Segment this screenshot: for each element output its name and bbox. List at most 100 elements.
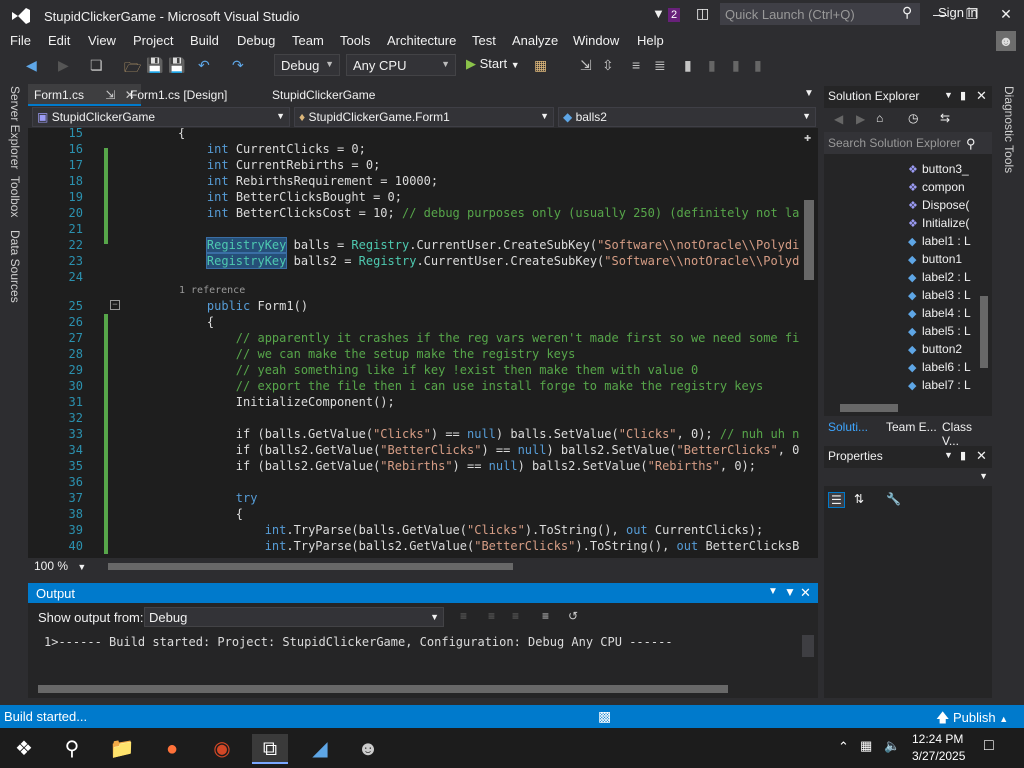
step-into-icon[interactable]: ⇲ <box>580 57 592 74</box>
next-message-icon[interactable]: ≡ <box>512 609 519 623</box>
clock-date[interactable]: 3/27/2025 <box>912 749 965 763</box>
undo-icon[interactable]: ↶ <box>198 57 210 74</box>
code-line[interactable]: try <box>178 491 258 505</box>
uncomment-lines-icon[interactable]: ≣ <box>654 57 666 74</box>
code-line[interactable]: { <box>178 315 214 329</box>
server-explorer-tab[interactable]: Server Explorer <box>8 86 22 169</box>
menu-window[interactable]: Window <box>573 33 619 48</box>
menu-project[interactable]: Project <box>133 33 173 48</box>
tree-item[interactable]: ◆ button1 <box>908 252 978 266</box>
type-dropdown[interactable]: ♦ StupidClickerGame.Form1 ▼ <box>294 107 554 127</box>
search-icon[interactable]: ⚲ <box>902 4 912 21</box>
code-line[interactable]: int CurrentClicks = 0; <box>178 142 366 156</box>
split-editor-icon[interactable]: ✚ <box>804 130 811 144</box>
tree-item[interactable]: ❖ button3_ <box>908 162 978 176</box>
start-button[interactable]: ▶ Start ▼ <box>466 56 520 72</box>
navigate-forward-icon[interactable]: ▶ <box>58 57 69 74</box>
tree-item[interactable]: ◆ button2 <box>908 342 978 356</box>
window-position-icon[interactable]: ▼ <box>768 586 778 597</box>
comment-lines-icon[interactable]: ≡ <box>632 57 640 73</box>
editor-vertical-scrollbar[interactable] <box>800 128 818 558</box>
solution-configuration-select[interactable]: Debug ▼ <box>274 54 340 76</box>
back-icon[interactable]: ◀ <box>834 112 843 126</box>
menu-edit[interactable]: Edit <box>48 33 70 48</box>
search-icon[interactable]: ⚲ <box>54 734 90 764</box>
window-position-icon[interactable]: ▼ <box>944 90 953 100</box>
zoom-level[interactable]: 100 % ▼ <box>34 559 86 573</box>
property-pages-icon[interactable]: 🔧 <box>886 492 901 506</box>
notifications-icon[interactable]: □ <box>984 737 994 755</box>
open-file-icon[interactable]: 🗁 <box>124 57 141 81</box>
menu-view[interactable]: View <box>88 33 116 48</box>
toolbox-tab[interactable]: Toolbox <box>8 176 22 217</box>
word-wrap-icon[interactable]: ↺ <box>568 609 578 623</box>
tree-item[interactable]: ◆ label4 : L <box>908 306 978 320</box>
history-icon[interactable]: ◷ <box>908 111 918 125</box>
clear-bookmarks-icon[interactable]: ▮ <box>754 57 762 74</box>
solution-explorer-scroll-thumb[interactable] <box>980 296 988 368</box>
code-line[interactable]: // apparently it crashes if the reg vars… <box>178 331 818 345</box>
code-line[interactable]: int.TryParse(balls2.GetValue("BetterClic… <box>178 539 818 553</box>
close-icon[interactable]: ✕ <box>976 88 987 104</box>
tab-team-explorer[interactable]: Team E... <box>886 420 937 434</box>
code-line[interactable]: { <box>178 128 185 140</box>
find-message-icon[interactable]: ≡ <box>460 609 467 623</box>
tree-item[interactable]: ❖ Dispose( <box>908 198 978 212</box>
code-line[interactable]: int BetterClicksCost = 10; // debug purp… <box>178 206 818 220</box>
code-line[interactable]: int CurrentRebirths = 0; <box>178 158 380 172</box>
home-icon[interactable]: ⌂ <box>876 111 883 125</box>
tab-stupidclickergame[interactable]: StupidClickerGame <box>266 84 381 106</box>
code-line[interactable]: { <box>178 507 243 521</box>
tree-item[interactable]: ❖ Initialize( <box>908 216 978 230</box>
sign-in-link[interactable]: Sign in <box>938 5 978 20</box>
project-dropdown[interactable]: ▣ StupidClickerGame ▼ <box>32 107 290 127</box>
new-project-icon[interactable]: ❏ <box>90 57 103 74</box>
menu-architecture[interactable]: Architecture <box>387 33 456 48</box>
redo-icon[interactable]: ↷ <box>232 57 244 74</box>
output-vertical-scrollbar[interactable] <box>802 635 814 657</box>
categorized-icon[interactable]: ☰ <box>828 492 845 508</box>
menu-file[interactable]: File <box>10 33 31 48</box>
diagnostic-tools-tab[interactable]: Diagnostic Tools <box>1002 86 1016 173</box>
code-line[interactable]: if (balls.GetValue("Clicks") == null) ba… <box>178 427 818 441</box>
notifications-flag-icon[interactable]: ▼ <box>652 6 665 21</box>
save-icon[interactable]: 💾 <box>146 57 163 74</box>
code-line[interactable]: int BetterClicksBought = 0; <box>178 190 402 204</box>
code-line[interactable]: RegistryKey balls2 = Registry.CurrentUse… <box>178 253 818 269</box>
forward-icon[interactable]: ▶ <box>856 112 865 126</box>
pin-icon[interactable]: ▮ <box>960 449 966 462</box>
save-all-icon[interactable]: 💾 <box>168 57 185 74</box>
prev-bookmark-icon[interactable]: ▮ <box>708 57 716 74</box>
collapse-region-icon[interactable]: − <box>110 300 120 310</box>
code-editor[interactable]: 15 16 17 18 19 20 21 22 23 24 25 26 27 2… <box>28 128 818 558</box>
solution-platform-select[interactable]: Any CPU ▼ <box>346 54 456 76</box>
tree-item[interactable]: ◆ label6 : L <box>908 360 978 374</box>
tab-solution-explorer[interactable]: Soluti... <box>828 420 868 434</box>
step-over-icon[interactable]: ⇳ <box>602 57 614 74</box>
tab-form1-design[interactable]: Form1.cs [Design] <box>124 84 233 106</box>
menu-team[interactable]: Team <box>292 33 324 48</box>
editor-scroll-thumb[interactable] <box>804 200 814 280</box>
navigate-back-icon[interactable]: ◀ <box>26 57 37 74</box>
windows-start-icon[interactable]: ❖ <box>6 734 42 764</box>
powerpoint-icon[interactable]: ◉ <box>204 734 240 764</box>
properties-object-select[interactable]: ▼ <box>824 468 992 486</box>
clear-all-icon[interactable]: ≡ <box>542 609 549 623</box>
quick-launch-input[interactable]: Quick Launch (Ctrl+Q) <box>720 3 920 25</box>
member-dropdown[interactable]: ◆ balls2 ▼ <box>558 107 816 127</box>
code-line[interactable]: // we can make the setup make the regist… <box>178 347 576 361</box>
pin-icon[interactable]: ▼ <box>784 585 796 599</box>
network-icon[interactable]: ▦ <box>860 738 872 754</box>
code-line[interactable]: InitializeComponent(); <box>178 395 395 409</box>
tree-item[interactable]: ◆ label5 : L <box>908 324 978 338</box>
pin-icon[interactable]: ▮ <box>960 89 966 102</box>
visual-studio-installer-icon[interactable]: ◢ <box>302 734 338 764</box>
notification-count-badge[interactable]: 2 <box>668 8 681 22</box>
codelens-references[interactable]: 1 reference <box>179 285 245 296</box>
menu-test[interactable]: Test <box>472 33 496 48</box>
menu-analyze[interactable]: Analyze <box>512 33 558 48</box>
tree-item[interactable]: ❖ compon <box>908 180 978 194</box>
output-source-select[interactable]: Debug ▼ <box>144 607 444 627</box>
code-line[interactable]: if (balls2.GetValue("Rebirths") == null)… <box>178 459 756 473</box>
search-icon[interactable]: ⚲ <box>966 136 976 152</box>
